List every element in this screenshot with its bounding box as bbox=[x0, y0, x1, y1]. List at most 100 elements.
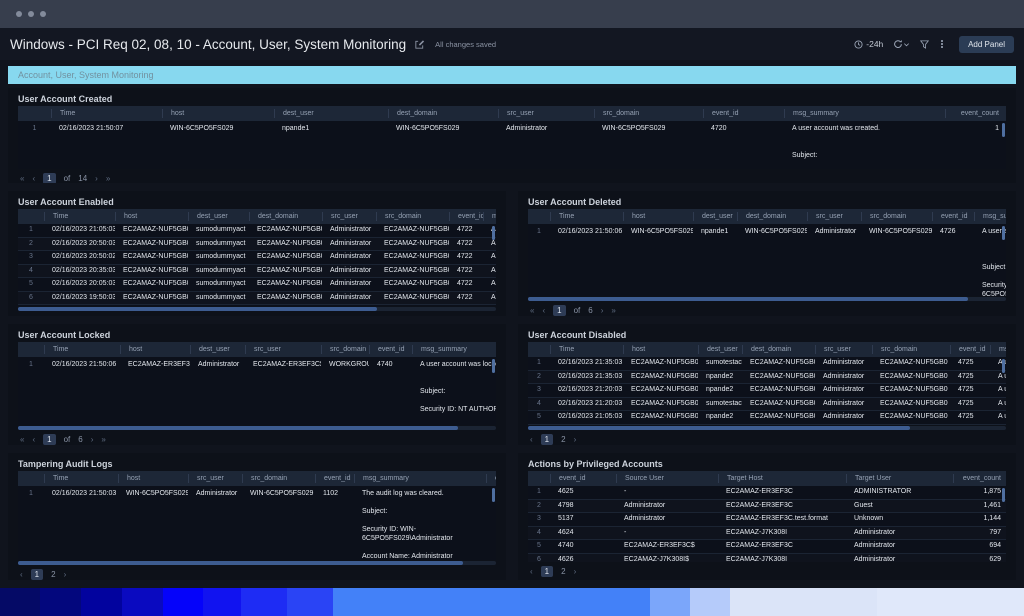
page-next-button[interactable]: › bbox=[95, 174, 98, 183]
table-row[interactable]: 302/16/2023 20:50:02EC2AMAZ-NUF5GB0sumod… bbox=[18, 251, 496, 265]
column-header[interactable]: dest_user bbox=[698, 345, 742, 354]
column-header[interactable] bbox=[18, 345, 44, 354]
table-row[interactable]: 502/16/2023 21:05:03EC2AMAZ-NUF5GB0npand… bbox=[528, 411, 1006, 425]
column-header[interactable]: Target Host bbox=[718, 474, 846, 483]
column-header[interactable]: msg_ bbox=[990, 345, 1006, 354]
column-header[interactable]: event bbox=[486, 474, 496, 483]
column-header[interactable]: host bbox=[162, 109, 274, 118]
column-header[interactable]: src_domain bbox=[321, 345, 369, 354]
vertical-scrollbar[interactable] bbox=[1002, 123, 1005, 137]
table-row[interactable]: 402/16/2023 21:20:03EC2AMAZ-NUF5GB0sumot… bbox=[528, 398, 1006, 412]
page-next-button[interactable]: › bbox=[91, 435, 94, 444]
vertical-scrollbar[interactable] bbox=[492, 488, 495, 502]
column-header[interactable]: event_id bbox=[703, 109, 784, 118]
column-header[interactable] bbox=[18, 109, 51, 118]
table-row[interactable]: 102/16/2023 21:50:06EC2AMAZ-ER3EF3CAdmin… bbox=[18, 357, 496, 425]
column-header[interactable]: src_domain bbox=[594, 109, 703, 118]
column-header[interactable]: dest_domain bbox=[737, 212, 807, 221]
table-row[interactable]: 202/16/2023 20:50:03EC2AMAZ-NUF5GB0sumod… bbox=[18, 238, 496, 252]
column-header[interactable]: dest_user bbox=[274, 109, 388, 118]
column-header[interactable]: event_id bbox=[449, 212, 483, 221]
vertical-scrollbar[interactable] bbox=[492, 226, 495, 240]
page-first-button[interactable]: « bbox=[20, 435, 24, 444]
column-header[interactable]: dest_domain bbox=[388, 109, 498, 118]
column-header[interactable]: src_domain bbox=[376, 212, 449, 221]
column-header[interactable]: event_count bbox=[945, 109, 1006, 118]
column-header[interactable]: src_domain bbox=[872, 345, 950, 354]
page-last-button[interactable]: » bbox=[611, 306, 615, 315]
page-current[interactable]: 1 bbox=[541, 434, 553, 445]
column-header[interactable]: host bbox=[120, 345, 190, 354]
kebab-menu-button[interactable] bbox=[939, 40, 945, 48]
page-prev-button[interactable]: ‹ bbox=[32, 174, 35, 183]
column-header[interactable]: event_id bbox=[550, 474, 616, 483]
time-range-button[interactable]: -24h bbox=[854, 39, 883, 49]
table-row[interactable]: 35137AdministratorEC2AMAZ-ER3EF3C.test.f… bbox=[528, 513, 1006, 527]
page-prev-button[interactable]: ‹ bbox=[530, 435, 533, 444]
column-header[interactable]: src_user bbox=[322, 212, 376, 221]
column-header[interactable]: src_user bbox=[188, 474, 242, 483]
column-header[interactable]: Source User bbox=[616, 474, 718, 483]
column-header[interactable]: host bbox=[623, 212, 693, 221]
table-row[interactable]: 24798AdministratorEC2AMAZ-ER3EF3CGuest1,… bbox=[528, 500, 1006, 514]
page-last-button[interactable]: » bbox=[106, 174, 110, 183]
column-header[interactable]: Time bbox=[550, 212, 623, 221]
edit-icon[interactable] bbox=[414, 39, 425, 50]
column-header[interactable]: Time bbox=[44, 212, 115, 221]
table-row[interactable]: 102/16/2023 21:50:07WIN-6C5PO5FS029npand… bbox=[18, 121, 1006, 169]
page-last-button[interactable]: » bbox=[101, 435, 105, 444]
column-header[interactable]: Time bbox=[44, 345, 120, 354]
column-header[interactable]: dest_domain bbox=[742, 345, 815, 354]
page-first-button[interactable]: « bbox=[530, 306, 534, 315]
refresh-button[interactable] bbox=[893, 39, 910, 49]
table-row[interactable]: 102/16/2023 21:50:03WIN-6C5PO5FS029Admin… bbox=[18, 486, 496, 560]
column-header[interactable]: host bbox=[118, 474, 188, 483]
column-header[interactable]: Target User bbox=[846, 474, 953, 483]
page-current[interactable]: 1 bbox=[43, 173, 55, 184]
column-header[interactable]: event_id bbox=[315, 474, 354, 483]
column-header[interactable]: event_id bbox=[932, 212, 974, 221]
column-header[interactable]: src_user bbox=[498, 109, 594, 118]
filter-button[interactable] bbox=[920, 40, 929, 49]
page-current[interactable]: 1 bbox=[541, 566, 553, 577]
column-header[interactable] bbox=[528, 212, 550, 221]
page-prev-button[interactable]: ‹ bbox=[542, 306, 545, 315]
column-header[interactable] bbox=[18, 212, 44, 221]
table-row[interactable]: 502/16/2023 20:05:03EC2AMAZ-NUF5GB0sumod… bbox=[18, 278, 496, 292]
table-row[interactable]: 102/16/2023 21:35:03EC2AMAZ-NUF5GB0sumot… bbox=[528, 357, 1006, 371]
column-header[interactable]: msg_summary bbox=[412, 345, 496, 354]
table-row[interactable]: 402/16/2023 20:35:03EC2AMAZ-NUF5GB0sumod… bbox=[18, 265, 496, 279]
column-header[interactable]: event_count bbox=[953, 474, 1006, 483]
column-header[interactable]: src_user bbox=[245, 345, 321, 354]
table-row[interactable]: 54740EC2AMAZ-ER3EF3C$EC2AMAZ-ER3EF3CAdmi… bbox=[528, 540, 1006, 554]
table-row[interactable]: 44624-EC2AMAZ-J7K308IAdministrator797 bbox=[528, 527, 1006, 541]
column-header[interactable]: event_id bbox=[369, 345, 412, 354]
column-header[interactable]: host bbox=[623, 345, 698, 354]
page-button[interactable]: 2 bbox=[561, 567, 565, 576]
column-header[interactable]: dest_domain bbox=[249, 212, 322, 221]
column-header[interactable]: host bbox=[115, 212, 188, 221]
page-next-button[interactable]: › bbox=[574, 435, 577, 444]
column-header[interactable]: Time bbox=[550, 345, 623, 354]
page-prev-button[interactable]: ‹ bbox=[32, 435, 35, 444]
column-header[interactable]: ms bbox=[483, 212, 496, 221]
column-header[interactable]: Time bbox=[51, 109, 162, 118]
column-header[interactable]: src_domain bbox=[861, 212, 932, 221]
table-row[interactable]: 602/16/2023 19:50:03EC2AMAZ-NUF5GB0sumod… bbox=[18, 292, 496, 306]
column-header[interactable]: Time bbox=[44, 474, 118, 483]
column-header[interactable] bbox=[528, 345, 550, 354]
add-panel-button[interactable]: Add Panel bbox=[959, 36, 1014, 53]
horizontal-scrollbar[interactable] bbox=[18, 307, 377, 311]
table-row[interactable]: 102/16/2023 21:50:06WIN-6C5PO5FS029npand… bbox=[528, 224, 1006, 296]
table-row[interactable]: 64626EC2AMAZ-J7K308I$EC2AMAZ-J7K308IAdmi… bbox=[528, 554, 1006, 563]
vertical-scrollbar[interactable] bbox=[492, 359, 495, 373]
table-row[interactable]: 102/16/2023 21:05:03EC2AMAZ-NUF5GB0sumod… bbox=[18, 224, 496, 238]
table-row[interactable]: 302/16/2023 21:20:03EC2AMAZ-NUF5GB0npand… bbox=[528, 384, 1006, 398]
page-current[interactable]: 1 bbox=[43, 434, 55, 445]
column-header[interactable]: msg_summary bbox=[354, 474, 486, 483]
table-row[interactable]: 202/16/2023 21:35:03EC2AMAZ-NUF5GB0npand… bbox=[528, 371, 1006, 385]
column-header[interactable] bbox=[18, 474, 44, 483]
column-header[interactable]: msg_summary bbox=[784, 109, 945, 118]
column-header[interactable]: event_id bbox=[950, 345, 990, 354]
page-next-button[interactable]: › bbox=[574, 567, 577, 576]
